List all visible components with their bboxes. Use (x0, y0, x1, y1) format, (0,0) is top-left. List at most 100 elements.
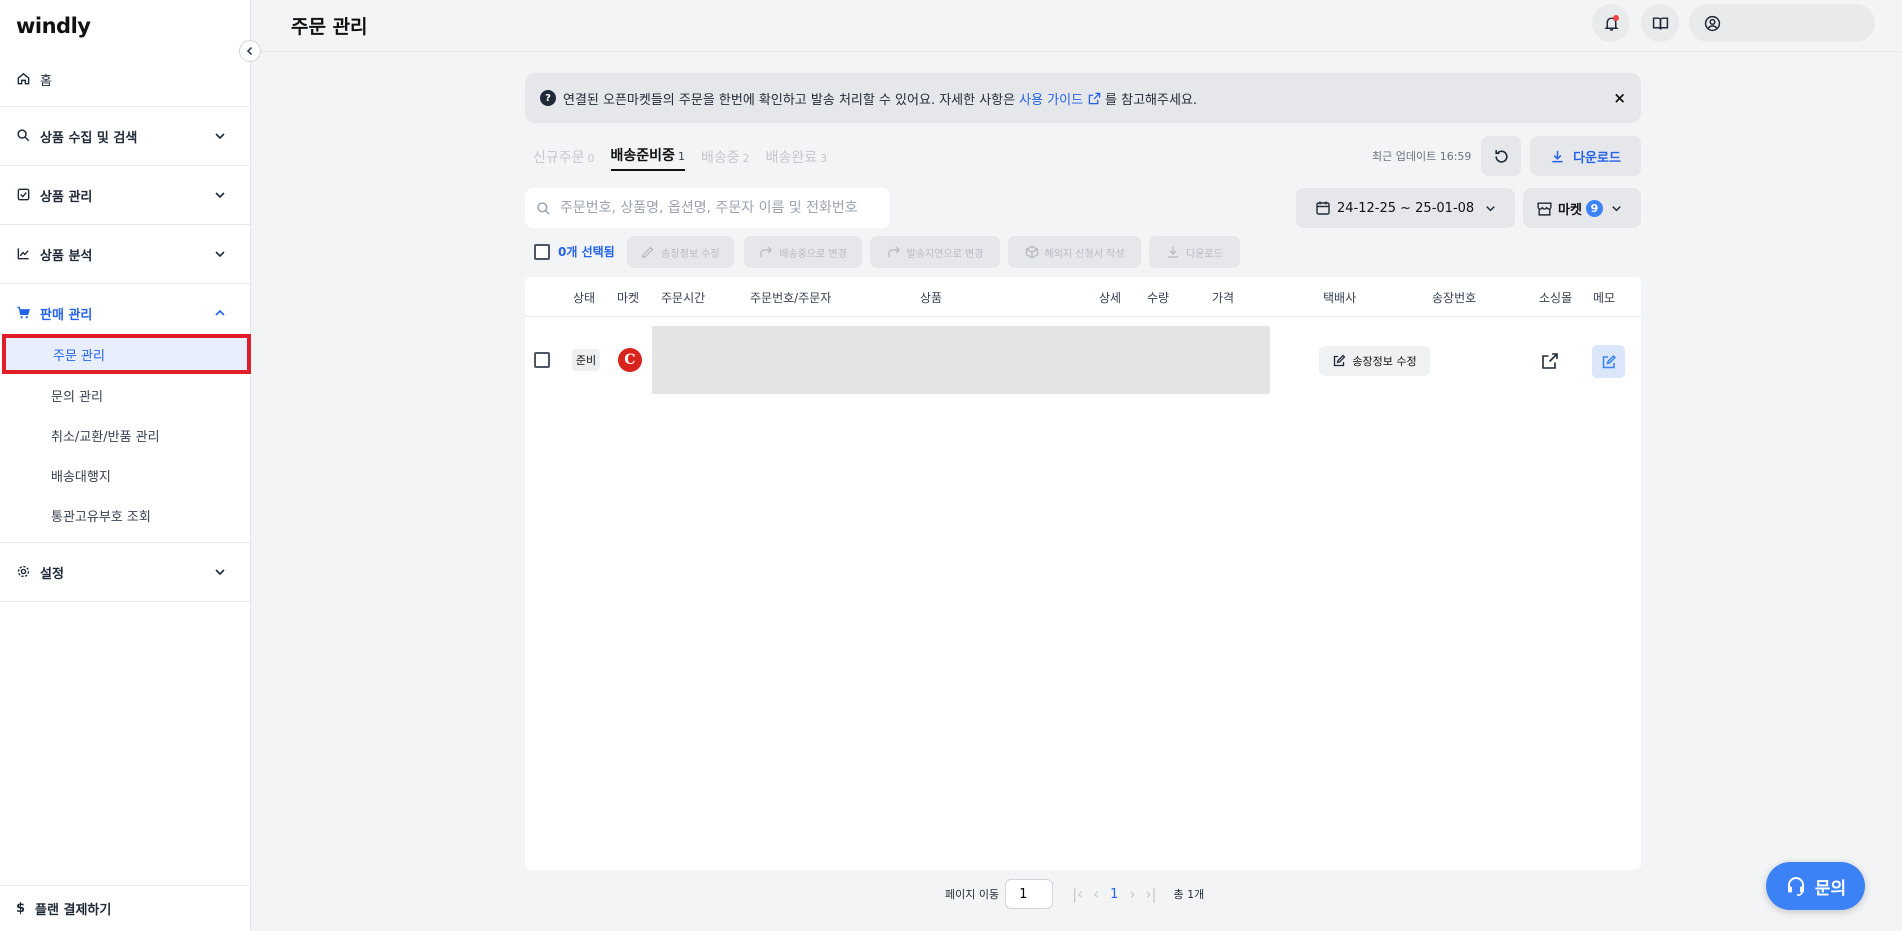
info-notice: ? 연결된 오픈마켓들의 주문을 한번에 확인하고 발송 처리할 수 있어요. … (525, 73, 1641, 123)
chevron-down-icon (1612, 205, 1621, 211)
refresh-icon (1494, 149, 1508, 163)
search-input[interactable] (560, 200, 880, 216)
close-notice-button[interactable]: × (1613, 89, 1626, 107)
bulk-download-button[interactable]: 다운로드 (1149, 236, 1240, 268)
action-label: 다운로드 (1186, 248, 1223, 260)
column-header-invoice: 송장번호 (1432, 291, 1477, 305)
sidebar-item-customs-code[interactable]: 통관고유부호 조회 (0, 506, 251, 525)
market-filter-dropdown[interactable]: 마켓 9 (1523, 188, 1641, 228)
chevron-down-icon (215, 251, 225, 258)
download-button[interactable]: 다운로드 (1530, 136, 1641, 176)
windly-logo[interactable]: windly (16, 14, 91, 38)
mark-delayed-button[interactable]: 발송지연으로 변경 (870, 236, 1000, 268)
redacted-order-content (652, 326, 1270, 394)
sidebar-group-product-analysis[interactable]: 상품 분석 (0, 242, 251, 266)
dollar-icon: $ (16, 901, 26, 916)
market-count-badge: 9 (1585, 199, 1603, 217)
column-header-memo: 메모 (1593, 291, 1616, 305)
sidebar-item-return-manage[interactable]: 취소/교환/반품 관리 (0, 426, 251, 445)
tab-shipping[interactable]: 배송중 2 (701, 147, 750, 171)
column-header-status: 상태 (573, 291, 596, 305)
sidebar-group-label: 상품 분석 (40, 248, 93, 264)
user-circle-icon (1704, 15, 1721, 31)
column-header-market: 마켓 (617, 291, 640, 305)
pencil-icon (642, 246, 654, 258)
sidebar-group-sales-manage[interactable]: 판매 관리 (0, 301, 251, 325)
divider (0, 542, 251, 543)
page-title: 주문 관리 (291, 16, 368, 38)
divider (0, 106, 251, 107)
prev-page-icon[interactable]: ‹ (1093, 885, 1099, 903)
sidebar-item-inquiry-manage[interactable]: 문의 관리 (0, 386, 251, 405)
checklist-icon (16, 187, 32, 203)
action-label: 송장정보 수정 (661, 248, 720, 260)
page-jump-input[interactable] (1005, 879, 1054, 909)
last-page-icon[interactable]: ›| (1145, 885, 1156, 903)
user-menu-button[interactable] (1689, 4, 1875, 42)
memo-button[interactable] (1592, 345, 1625, 378)
tab-count: 1 (677, 150, 685, 163)
date-range-picker[interactable]: 24-12-25 ~ 25-01-08 (1296, 188, 1515, 228)
total-count: 총 1개 (1173, 888, 1205, 901)
edit-invoice-row-button[interactable]: 송장정보 수정 (1319, 346, 1430, 376)
sidebar-group-product-search[interactable]: 상품 수집 및 검색 (0, 124, 251, 148)
book-icon (1652, 16, 1668, 29)
tab-delivered[interactable]: 배송완료 3 (766, 147, 828, 171)
first-page-icon[interactable]: |‹ (1072, 885, 1083, 903)
chevron-down-icon (215, 569, 225, 576)
edit-invoice-button[interactable]: 송장정보 수정 (627, 236, 734, 268)
last-update-text: 최근 업데이트 16:59 (1372, 150, 1472, 163)
notifications-button[interactable] (1592, 4, 1630, 42)
sidebar-collapse-button[interactable] (239, 40, 261, 62)
current-page[interactable]: 1 (1110, 887, 1118, 902)
divider (0, 165, 251, 166)
order-status-tabs: 신규주문 0 배송준비중 1 배송중 2 배송완료 3 (533, 145, 843, 171)
sidebar-group-settings[interactable]: 설정 (0, 560, 251, 584)
search-icon (537, 201, 550, 215)
sidebar-item-shipping-agent[interactable]: 배송대행지 (0, 466, 251, 485)
selected-count: 0개 선택됨 (558, 245, 615, 259)
action-label: 배송중으로 변경 (779, 248, 847, 260)
mark-shipping-button[interactable]: 배송중으로 변경 (744, 236, 862, 268)
chevron-up-icon (215, 309, 225, 316)
sidebar-item-home[interactable]: 홈 (0, 67, 251, 91)
usage-guide-label: 사용 가이드 (1019, 92, 1084, 108)
row-checkbox[interactable] (534, 352, 550, 368)
download-icon (1552, 150, 1563, 162)
divider (0, 283, 251, 284)
action-label: 해외지 신청서 작성 (1044, 248, 1125, 260)
refresh-button[interactable] (1481, 136, 1521, 176)
sidebar-item-order-manage[interactable]: 주문 관리 (2, 334, 251, 374)
notice-text: 연결된 오픈마켓들의 주문을 한번에 확인하고 발송 처리할 수 있어요. 자세… (563, 92, 1016, 108)
inquiry-fab-button[interactable]: 문의 (1766, 862, 1865, 910)
write-application-button[interactable]: 해외지 신청서 작성 (1008, 236, 1141, 268)
sidebar-group-product-manage[interactable]: 상품 관리 (0, 183, 251, 207)
column-header-courier: 택배사 (1323, 291, 1357, 305)
select-all-control[interactable]: 0개 선택됨 (534, 243, 615, 260)
orders-table: 상태 마켓 주문시간 주문번호/주문자 상품 상세 수량 가격 택배사 송장번호… (525, 277, 1641, 870)
store-icon (1537, 201, 1552, 216)
date-range-value: 24-12-25 ~ 25-01-08 (1337, 200, 1475, 216)
chart-icon (16, 246, 32, 262)
guide-book-button[interactable] (1641, 4, 1679, 42)
calendar-icon (1316, 201, 1330, 215)
forward-arrow-icon (760, 246, 773, 257)
sidebar-group-label: 상품 수집 및 검색 (40, 130, 138, 146)
plan-payment-link[interactable]: $ 플랜 결제하기 (0, 885, 251, 931)
usage-guide-link[interactable]: 사용 가이드 (1019, 89, 1101, 108)
select-all-checkbox[interactable] (534, 243, 550, 260)
tab-count: 0 (587, 152, 595, 165)
column-header-detail: 상세 (1099, 291, 1122, 305)
external-link-icon[interactable] (1540, 351, 1560, 371)
headset-icon (1787, 877, 1804, 896)
tab-preparing[interactable]: 배송준비중 1 (610, 145, 685, 171)
chevron-down-icon (215, 192, 225, 199)
next-page-icon[interactable]: › (1129, 885, 1135, 903)
forward-arrow-icon (887, 246, 900, 257)
tab-label: 배송중 (700, 150, 740, 166)
action-label: 발송지연으로 변경 (906, 248, 984, 260)
edit-invoice-label: 송장정보 수정 (1352, 355, 1417, 368)
sidebar-group-label: 판매 관리 (40, 307, 93, 323)
tab-new-order[interactable]: 신규주문 0 (533, 147, 595, 171)
sidebar-group-label: 상품 관리 (40, 189, 93, 205)
